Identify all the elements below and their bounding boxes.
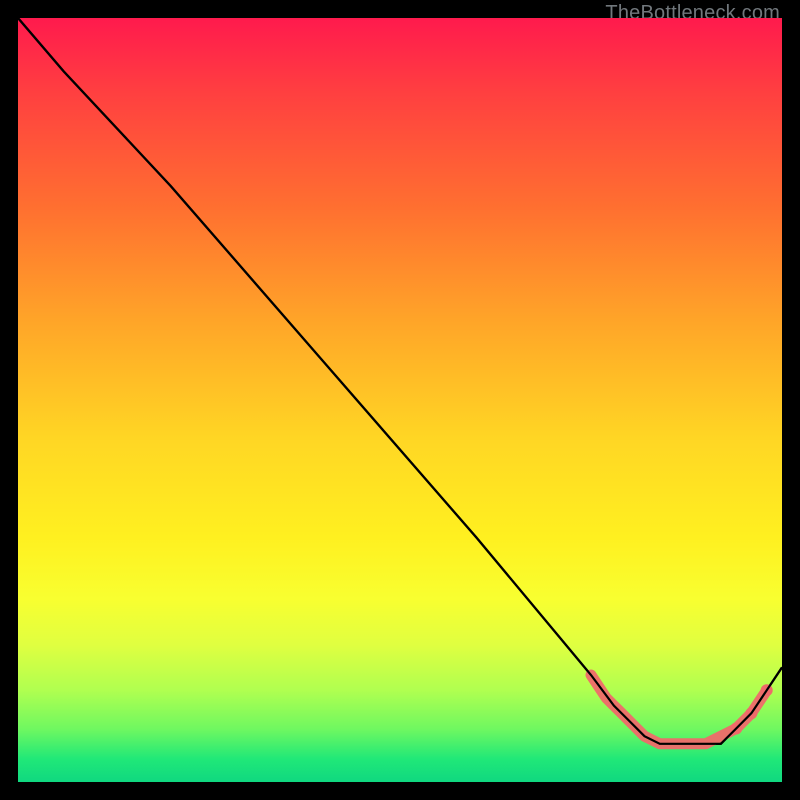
- marker-dots: [18, 18, 782, 744]
- curve-path-top: [18, 18, 782, 744]
- chart-stage: TheBottleneck.com: [0, 0, 800, 800]
- plot-area: [18, 18, 782, 782]
- curve-path: [18, 18, 782, 744]
- curve-svg: [18, 18, 782, 782]
- line-series: [18, 18, 782, 744]
